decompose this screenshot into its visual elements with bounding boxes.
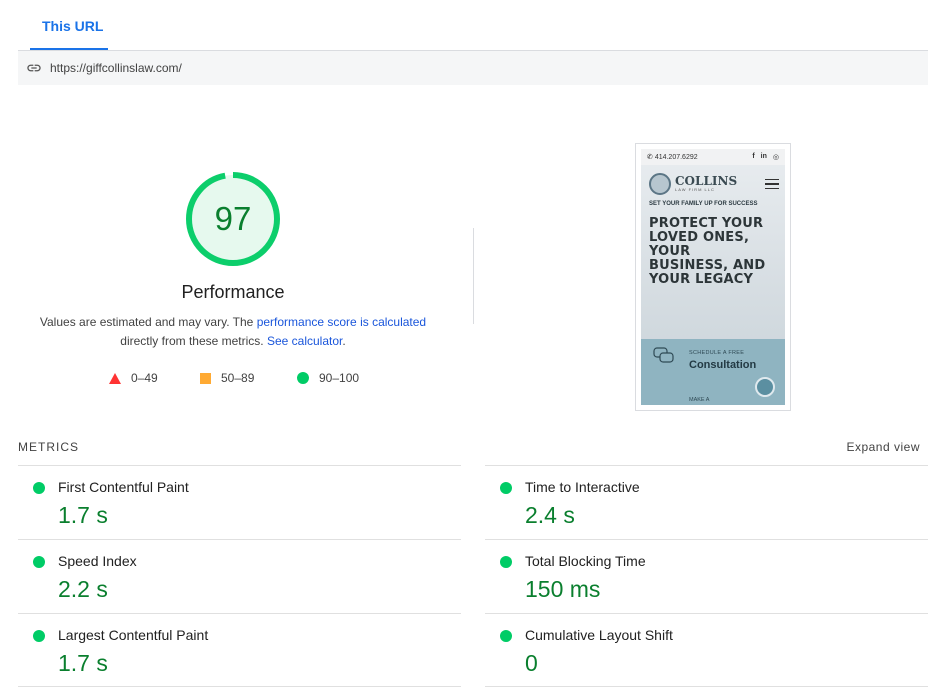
pass-circle-icon <box>500 556 512 568</box>
tab-this-url[interactable]: This URL <box>42 18 103 34</box>
average-square-icon <box>200 372 211 384</box>
legend-average: 50–89 <box>200 371 254 385</box>
screenshot-cta-more: MAKE A <box>689 397 710 403</box>
fail-triangle-icon <box>109 372 121 384</box>
performance-title: Performance <box>181 282 285 302</box>
score-calculated-link[interactable]: performance score is calculated <box>257 315 426 329</box>
hamburger-menu-icon <box>765 178 779 190</box>
screenshot-social-icons: f in ◎ <box>752 153 779 161</box>
pass-circle-icon <box>33 482 45 494</box>
metric-first-contentful-paint: First Contentful Paint 1.7 s <box>18 465 461 538</box>
screenshot-brand: COLLINS LAW FIRM LLC <box>641 165 785 195</box>
see-calculator-link[interactable]: See calculator <box>267 334 342 348</box>
collins-logo-icon <box>649 173 671 195</box>
legend-average-range: 50–89 <box>221 371 255 385</box>
link-icon <box>27 64 41 72</box>
vertical-divider <box>473 228 474 324</box>
screenshot-cta-big: Consultation <box>689 359 757 371</box>
metric-name: Time to Interactive <box>525 479 640 495</box>
desc-suffix: . <box>342 334 346 348</box>
legend-fail: 0–49 <box>109 371 158 385</box>
linkedin-icon: in <box>760 153 767 160</box>
metric-total-blocking-time: Total Blocking Time 150 ms <box>485 539 928 612</box>
pass-circle-icon <box>297 372 309 384</box>
url-text: https://giffcollinslaw.com/ <box>50 61 182 75</box>
metric-value: 0 <box>525 650 538 676</box>
screenshot-brand-name: COLLINS <box>675 174 738 188</box>
desc-prefix: Values are estimated and may vary. The <box>39 315 254 329</box>
instagram-icon: ◎ <box>772 154 779 161</box>
metric-time-to-interactive: Time to Interactive 2.4 s <box>485 465 928 538</box>
metric-name: Largest Contentful Paint <box>58 627 209 643</box>
metric-speed-index: Speed Index 2.2 s <box>18 539 461 612</box>
legend-fail-range: 0–49 <box>131 371 158 385</box>
performance-score: 97 <box>214 200 252 237</box>
metric-cumulative-layout-shift: Cumulative Layout Shift 0 <box>485 613 928 686</box>
screenshot-cta: SCHEDULE A FREE Consultation MAKE A <box>641 339 785 405</box>
pass-circle-icon <box>33 556 45 568</box>
metric-value: 2.4 s <box>525 502 575 528</box>
performance-description: Values are estimated and may vary. The p… <box>23 313 443 351</box>
metric-name: Speed Index <box>58 553 137 569</box>
metric-name: Total Blocking Time <box>525 553 646 569</box>
expand-view-button[interactable]: Expand view <box>846 440 920 454</box>
screenshot-tagline: SET YOUR FAMILY UP FOR SUCCESS <box>649 201 758 207</box>
screenshot-topbar: ✆ 414.207.6292 f in ◎ <box>641 149 785 165</box>
metrics-bottom-divider <box>18 686 461 687</box>
metric-value: 2.2 s <box>58 576 108 602</box>
legend-pass: 90–100 <box>297 371 359 385</box>
screenshot-phone: ✆ 414.207.6292 <box>647 154 698 161</box>
legend-pass-range: 90–100 <box>319 371 360 385</box>
chat-widget-icon <box>755 377 775 397</box>
screenshot-content: ✆ 414.207.6292 f in ◎ COLLINS LAW FIRM L… <box>641 149 785 405</box>
screenshot-headline: PROTECT YOUR LOVED ONES, YOUR BUSINESS, … <box>649 216 766 287</box>
performance-gauge: 97 <box>183 169 283 269</box>
final-screenshot[interactable]: ✆ 414.207.6292 f in ◎ COLLINS LAW FIRM L… <box>635 143 791 411</box>
desc-middle: directly from these metrics. <box>120 334 264 348</box>
tab-active-indicator <box>30 48 108 50</box>
metric-name: Cumulative Layout Shift <box>525 627 673 643</box>
facebook-icon: f <box>752 153 755 160</box>
metrics-bottom-divider <box>485 686 928 687</box>
metrics-section-label: METRICS <box>18 440 79 454</box>
metric-name: First Contentful Paint <box>58 479 189 495</box>
metric-value: 1.7 s <box>58 502 108 528</box>
screenshot-cta-small: SCHEDULE A FREE <box>689 350 745 356</box>
pass-circle-icon <box>500 630 512 642</box>
metric-largest-contentful-paint: Largest Contentful Paint 1.7 s <box>18 613 461 686</box>
chat-bubbles-icon <box>653 347 674 363</box>
metric-value: 150 ms <box>525 576 601 602</box>
url-bar: https://giffcollinslaw.com/ <box>18 51 928 85</box>
metric-value: 1.7 s <box>58 650 108 676</box>
pass-circle-icon <box>33 630 45 642</box>
pass-circle-icon <box>500 482 512 494</box>
